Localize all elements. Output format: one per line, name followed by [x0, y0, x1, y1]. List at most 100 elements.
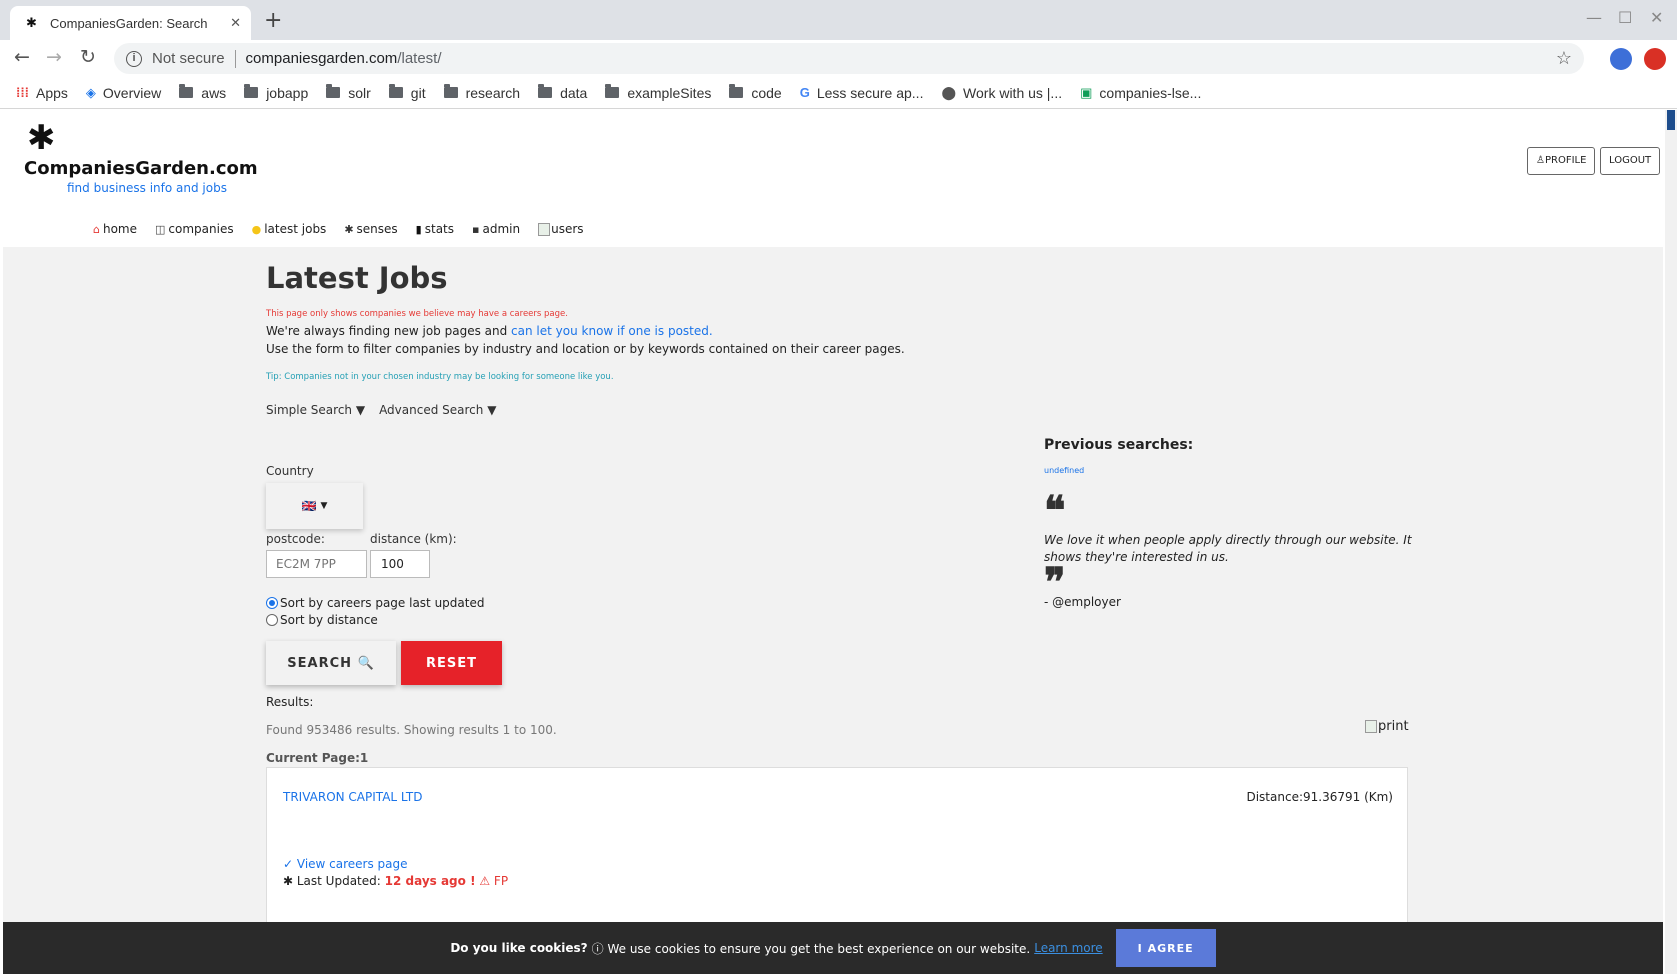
reset-button[interactable]: RESET: [401, 641, 502, 685]
scrollbar-thumb[interactable]: [1667, 110, 1675, 130]
bookmark-label: exampleSites: [627, 84, 712, 101]
nav-stats[interactable]: ▮ stats: [416, 222, 454, 236]
fp-flag[interactable]: ⚠ FP: [476, 874, 508, 888]
country-label: Country: [266, 464, 314, 478]
previous-search-link[interactable]: undefined: [1044, 466, 1084, 475]
bookmark-jobapp[interactable]: jobapp: [244, 84, 309, 101]
bookmark-git[interactable]: git: [388, 84, 426, 101]
tab-advanced-search[interactable]: Advanced Search ▼: [379, 403, 496, 417]
bookmark-code[interactable]: code: [729, 84, 782, 101]
bookmark-label: jobapp: [266, 84, 309, 101]
testimonial-text: We love it when people apply directly th…: [1044, 533, 1412, 564]
window-close-icon[interactable]: ✕: [1650, 8, 1663, 27]
bookmark-aws[interactable]: aws: [179, 84, 226, 101]
company-distance: Distance:91.36791 (Km): [1246, 790, 1393, 804]
search-button[interactable]: SEARCH 🔍: [266, 641, 396, 685]
bookmark-apps[interactable]: ⁞⁞⁞ Apps: [16, 85, 68, 101]
overview-icon: ◈: [85, 84, 96, 100]
bookmark-companies-lse[interactable]: ▣ companies-lse...: [1080, 85, 1201, 101]
site-name[interactable]: CompaniesGarden.com: [24, 158, 258, 179]
extension-icon[interactable]: [1610, 48, 1632, 70]
bookmark-label: solr: [348, 84, 371, 101]
bookmark-label: git: [410, 84, 426, 101]
info-icon[interactable]: i: [126, 50, 142, 67]
tab-title: CompaniesGarden: Search: [50, 15, 208, 31]
nav-senses[interactable]: ✱ senses: [344, 222, 397, 236]
distance-label: distance (km):: [370, 532, 457, 546]
job-alert-link[interactable]: can let you know if one is posted.: [511, 324, 713, 338]
postcode-input[interactable]: [266, 550, 367, 578]
home-icon: ⌂: [93, 222, 100, 236]
sort-distance-radio[interactable]: [266, 614, 278, 626]
sort-updated-radio[interactable]: [266, 597, 278, 609]
bookmark-data[interactable]: data: [538, 84, 588, 101]
nav-companies[interactable]: ◫ companies: [155, 222, 234, 236]
minimize-icon[interactable]: —: [1586, 8, 1602, 27]
nav-home[interactable]: ⌂ home: [93, 222, 137, 236]
sort-distance-option[interactable]: Sort by distance: [266, 613, 378, 627]
nav-users[interactable]: users: [538, 222, 584, 236]
back-icon[interactable]: ←: [14, 46, 30, 68]
results-count: Found 953486 results. Showing results 1 …: [266, 723, 557, 737]
browser-toolbar: ← → ↻ i Not secure companiesgarden.com/l…: [0, 40, 1677, 77]
extension-red-icon[interactable]: [1644, 48, 1666, 70]
folder-icon: [326, 84, 341, 98]
sort-updated-option[interactable]: Sort by careers page last updated: [266, 596, 484, 610]
lock-icon: ▪: [472, 222, 480, 236]
nav-label: latest jobs: [264, 222, 327, 236]
bookmark-less-secure[interactable]: G Less secure ap...: [800, 85, 924, 101]
cookie-banner: Do you like cookies? ⓘ We use cookies to…: [3, 922, 1663, 974]
forward-icon[interactable]: →: [46, 46, 62, 68]
page-scrollbar[interactable]: [1665, 110, 1677, 974]
bookmark-label: research: [465, 84, 521, 101]
sort-updated-label: Sort by careers page last updated: [280, 596, 485, 610]
bookmark-label: Less secure ap...: [816, 84, 924, 101]
folder-icon: [179, 84, 194, 98]
view-careers-link[interactable]: ✓ View careers page: [283, 857, 408, 871]
folder-icon: [443, 84, 458, 98]
logout-button[interactable]: LOGOUT: [1600, 147, 1661, 175]
print-button[interactable]: print: [1365, 719, 1409, 734]
bookmark-label: code: [751, 84, 782, 101]
bookmark-research[interactable]: research: [443, 84, 521, 101]
bookmark-label: data: [560, 84, 588, 101]
spider-logo-icon[interactable]: ✱: [27, 118, 56, 158]
nav-latest-jobs[interactable]: ● latest jobs: [252, 222, 327, 236]
database-icon: ⬤: [941, 84, 957, 100]
country-select[interactable]: 🇬🇧 ▼: [266, 483, 363, 529]
user-icon: ♙: [1536, 155, 1545, 166]
web-page: ✱ CompaniesGarden.com find business info…: [3, 110, 1663, 974]
bookmarks-bar: ⁞⁞⁞ Apps ◈ Overview aws jobapp solr git re…: [0, 77, 1677, 109]
bookmark-work-with-us[interactable]: ⬤ Work with us |...: [941, 85, 1062, 101]
company-link[interactable]: TRIVARON CAPITAL LTD: [283, 790, 423, 804]
cookie-message: ⓘ We use cookies to ensure you get the b…: [591, 941, 1031, 956]
cookie-agree-button[interactable]: I AGREE: [1115, 929, 1216, 967]
sheets-icon: ▣: [1080, 84, 1093, 100]
bookmark-solr[interactable]: solr: [326, 84, 371, 101]
bookmark-star-icon[interactable]: ☆: [1556, 48, 1572, 69]
browser-tab[interactable]: ✱ CompaniesGarden: Search ✕: [10, 6, 251, 40]
profile-button[interactable]: ♙PROFILE: [1527, 147, 1596, 175]
bookmark-examplesites[interactable]: exampleSites: [605, 84, 712, 101]
main-content: Latest Jobs This page only shows compani…: [3, 247, 1663, 974]
maximize-icon[interactable]: ☐: [1618, 8, 1632, 27]
nav-label: senses: [356, 222, 398, 236]
main-nav: ⌂ home ◫ companies ● latest jobs ✱ senses ▮ s…: [93, 222, 602, 236]
address-bar[interactable]: i Not secure companiesgarden.com/latest/…: [114, 43, 1584, 74]
url-host: companiesgarden.com: [245, 50, 398, 67]
results-label: Results:: [266, 695, 314, 709]
apps-grid-icon: ⁞⁞⁞: [16, 85, 29, 100]
new-tab-button[interactable]: +: [264, 8, 282, 33]
tab-close-icon[interactable]: ✕: [230, 16, 241, 31]
learn-more-link[interactable]: Learn more: [1034, 941, 1102, 955]
tab-simple-search[interactable]: Simple Search ▼: [266, 403, 365, 417]
nav-admin[interactable]: ▪ admin: [472, 222, 520, 236]
distance-input[interactable]: [370, 550, 430, 578]
previous-searches-title: Previous searches:: [1044, 437, 1194, 453]
spider-favicon-icon: ✱: [26, 15, 37, 31]
bookmark-overview[interactable]: ◈ Overview: [86, 85, 161, 101]
caret-down-icon: ▼: [320, 501, 328, 511]
reload-icon[interactable]: ↻: [80, 46, 96, 68]
book-icon: ◫: [155, 222, 166, 236]
testimonial-author: - @employer: [1044, 595, 1121, 609]
